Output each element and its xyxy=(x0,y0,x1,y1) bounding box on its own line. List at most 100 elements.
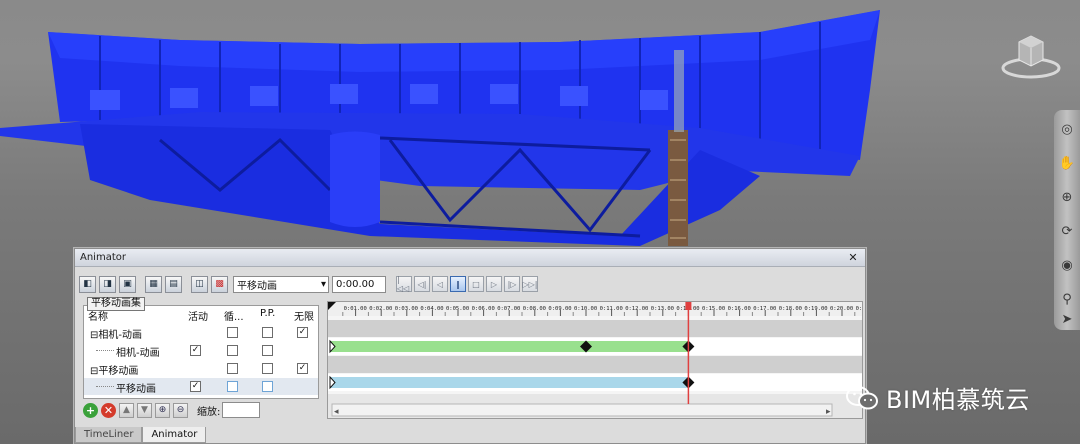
add-anim-set-icon[interactable]: ◨ xyxy=(99,275,116,293)
section-track-bar xyxy=(330,377,689,388)
scroll-right-icon: ▸ xyxy=(826,407,831,417)
ruler-tick-label: 0:21 xyxy=(856,306,863,312)
time-input[interactable]: 0:00.00 xyxy=(332,275,386,293)
tree-row[interactable]: 平移动画 ✓ xyxy=(84,378,318,395)
tree-row-label: ⊟平移动画 xyxy=(90,366,139,377)
navigation-bar: ◎ ✋ ⊕ ⟳ ◉ ⚲ ➤ xyxy=(1054,110,1080,330)
bottom-tabs: TimeLiner Animator xyxy=(75,427,207,443)
animator-panel: Animator ✕ ◧ ◨ ▣ ▦ ▤ ◫ ▩ 平移动画 ▾ 0:00.00 … xyxy=(74,248,866,444)
step-forward-icon[interactable]: |▷ xyxy=(504,276,520,292)
move-up-icon[interactable]: ▲ xyxy=(119,402,134,418)
ruler-tick-label: 0:19.00 xyxy=(804,306,827,312)
tooltip: 平移动画集 xyxy=(87,297,145,311)
capture-keyframe-icon[interactable]: ▦ xyxy=(145,275,162,293)
update-anim-set-icon[interactable]: ▣ xyxy=(119,275,136,293)
ruler-tick-label: 0:08.00 xyxy=(523,306,546,312)
tree-row-label: 相机-动画 xyxy=(116,348,160,359)
header-infinite: 无限 xyxy=(294,312,314,323)
timeline-view[interactable]: 0:01.00 0:02.00 0:03.00 0:04.00 0:05.00 0:06.… xyxy=(327,301,863,419)
camera-track-bar xyxy=(330,341,689,352)
ruler-tick-label: 0:09.00 xyxy=(548,306,571,312)
walk-icon[interactable]: ⚲ xyxy=(1058,290,1076,308)
loop-checkbox[interactable] xyxy=(227,363,238,374)
ruler-tick-label: 0:12.00 xyxy=(625,306,648,312)
pp-checkbox[interactable] xyxy=(262,363,273,374)
active-checkbox[interactable]: ✓ xyxy=(190,381,201,392)
loop-checkbox[interactable] xyxy=(227,327,238,338)
chevron-down-icon: ▾ xyxy=(320,278,326,290)
ruler-tick-label: 0:17.00 xyxy=(753,306,776,312)
step-back-icon[interactable]: ◁| xyxy=(414,276,430,292)
zoom-icon[interactable]: ⊕ xyxy=(1058,188,1076,206)
scene-icon[interactable]: ▩ xyxy=(211,275,228,293)
select-arrow-icon[interactable]: ➤ xyxy=(1058,310,1076,328)
play-reverse-icon[interactable]: ◁ xyxy=(432,276,448,292)
ruler-tick-label: 0:02.00 xyxy=(369,306,392,312)
zoom-out-icon[interactable]: ⊖ xyxy=(173,402,188,418)
pause-icon[interactable]: ‖ xyxy=(450,276,466,292)
ruler-tick-label: 0:20.00 xyxy=(830,306,853,312)
ruler-tick-label: 0:13.00 xyxy=(651,306,674,312)
move-down-icon[interactable]: ▼ xyxy=(137,402,152,418)
add-camera-icon[interactable]: ◧ xyxy=(79,275,96,293)
wechat-logo-icon xyxy=(846,385,878,409)
pp-checkbox[interactable] xyxy=(262,381,273,392)
ruler-tick-label: 0:16.00 xyxy=(728,306,751,312)
steering-wheel-icon[interactable]: ◎ xyxy=(1058,120,1076,138)
delete-icon[interactable]: ✕ xyxy=(101,402,116,418)
toggle-snap-icon[interactable]: ▤ xyxy=(165,275,182,293)
pp-checkbox[interactable] xyxy=(262,345,273,356)
tree-action-bar: + ✕ ▲ ▼ ⊕ ⊖ 缩放: xyxy=(83,399,319,421)
zoom-in-icon[interactable]: ⊕ xyxy=(155,402,170,418)
fast-forward-icon[interactable]: ▷▷| xyxy=(522,276,538,292)
add-icon[interactable]: + xyxy=(83,402,98,418)
ruler-tick-label: 0:11.00 xyxy=(600,306,623,312)
rewind-icon[interactable]: |◁◁ xyxy=(396,275,412,293)
panel-title-bar[interactable]: Animator ✕ xyxy=(75,249,865,267)
ruler-tick-label: 0:07.00 xyxy=(497,306,520,312)
pp-checkbox[interactable] xyxy=(262,327,273,338)
viewcube[interactable] xyxy=(1000,30,1062,82)
orbit-icon[interactable]: ⟳ xyxy=(1058,222,1076,240)
add-section-icon[interactable]: ◫ xyxy=(191,275,208,293)
watermark-text: BIM柏慕筑云 xyxy=(886,386,1030,414)
loop-checkbox[interactable] xyxy=(227,345,238,356)
tree-row[interactable]: 相机-动画 ✓ xyxy=(84,342,318,359)
ruler-tick-label: 0:05.00 xyxy=(446,306,469,312)
playhead-handle xyxy=(685,302,692,310)
panel-title: Animator xyxy=(80,252,126,263)
timeline-track-row xyxy=(328,320,862,337)
stop-icon[interactable]: □ xyxy=(468,276,484,292)
tree-row-label: ⊟相机-动画 xyxy=(90,330,142,341)
tree-row[interactable]: ⊟平移动画 ✓ xyxy=(84,360,318,377)
ruler-tick-label: 0:06.00 xyxy=(472,306,495,312)
zoom-input[interactable] xyxy=(222,402,261,418)
play-icon[interactable]: ▷ xyxy=(486,276,502,292)
playback-controls: |◁◁ ◁| ◁ ‖ □ ▷ |▷ ▷▷| xyxy=(394,275,538,293)
zoom-label: 缩放: xyxy=(197,406,221,418)
ruler-tick-label: 0:01.00 xyxy=(344,306,367,312)
close-button[interactable]: ✕ xyxy=(846,251,860,264)
watermark: BIM柏慕筑云 xyxy=(846,380,1030,415)
header-loop: 循... xyxy=(224,312,244,323)
ruler-tick-label: 0:04.00 xyxy=(420,306,443,312)
animation-tree: 名称 活动 循... P.P. 无限 ⊟相机-动画 ✓ 相机-动画 ✓ ⊟平移动画 ✓ 平移… xyxy=(83,305,319,399)
look-icon[interactable]: ◉ xyxy=(1058,256,1076,274)
infinite-checkbox[interactable]: ✓ xyxy=(297,327,308,338)
tree-row[interactable]: ⊟相机-动画 ✓ xyxy=(84,324,318,341)
infinite-checkbox[interactable]: ✓ xyxy=(297,363,308,374)
horizontal-scrollbar xyxy=(331,403,833,417)
active-checkbox[interactable]: ✓ xyxy=(190,345,201,356)
loop-checkbox[interactable] xyxy=(227,381,238,392)
ruler-tick-label: 0:18.00 xyxy=(779,306,802,312)
animator-toolbar: ◧ ◨ ▣ ▦ ▤ ◫ ▩ 平移动画 ▾ 0:00.00 |◁◁ ◁| ◁ ‖ □ ▷ |▷… xyxy=(79,273,538,295)
ruler-tick-label: 0:15.00 xyxy=(702,306,725,312)
timeline-track-row xyxy=(328,356,862,373)
header-pp: P.P. xyxy=(260,308,276,319)
tree-row-label: 平移动画 xyxy=(116,384,156,395)
tab-timeliner[interactable]: TimeLiner xyxy=(75,427,143,443)
pan-hand-icon[interactable]: ✋ xyxy=(1058,154,1076,172)
animation-select[interactable]: 平移动画 ▾ xyxy=(233,275,329,293)
tab-animator[interactable]: Animator xyxy=(142,427,207,443)
scroll-left-icon: ◂ xyxy=(334,407,339,417)
